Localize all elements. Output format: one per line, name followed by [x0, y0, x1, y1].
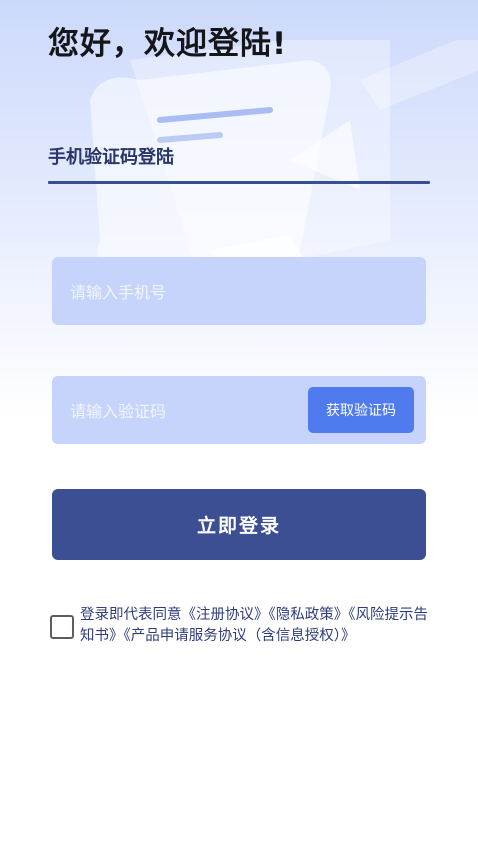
agreement-prefix: 登录即代表同意: [80, 607, 182, 623]
link-product-service-agreement[interactable]: 《产品申请服务协议（含信息授权）》: [124, 628, 356, 644]
get-code-button[interactable]: 获取验证码: [308, 387, 414, 433]
link-register-agreement[interactable]: 《注册协议》: [182, 607, 269, 623]
page-title: 您好，欢迎登陆!: [48, 26, 288, 62]
login-button[interactable]: 立即登录: [52, 489, 426, 560]
phone-input[interactable]: [68, 257, 302, 327]
agreement-text: 登录即代表同意《注册协议》《隐私政策》《风险提示告知书》《产品申请服务协议（含信…: [80, 605, 428, 647]
phone-field: [52, 257, 426, 327]
verification-code-input[interactable]: [68, 376, 302, 446]
tab-sms-login[interactable]: 手机验证码登陆: [48, 143, 174, 169]
agreement-checkbox[interactable]: [50, 615, 74, 639]
tab-active-indicator: [48, 181, 430, 184]
header-background: [0, 0, 478, 420]
agreement-row: 登录即代表同意《注册协议》《隐私政策》《风险提示告知书》《产品申请服务协议（含信…: [48, 605, 428, 647]
code-field: 获取验证码: [52, 376, 426, 446]
link-privacy-policy[interactable]: 《隐私政策》: [269, 607, 349, 623]
